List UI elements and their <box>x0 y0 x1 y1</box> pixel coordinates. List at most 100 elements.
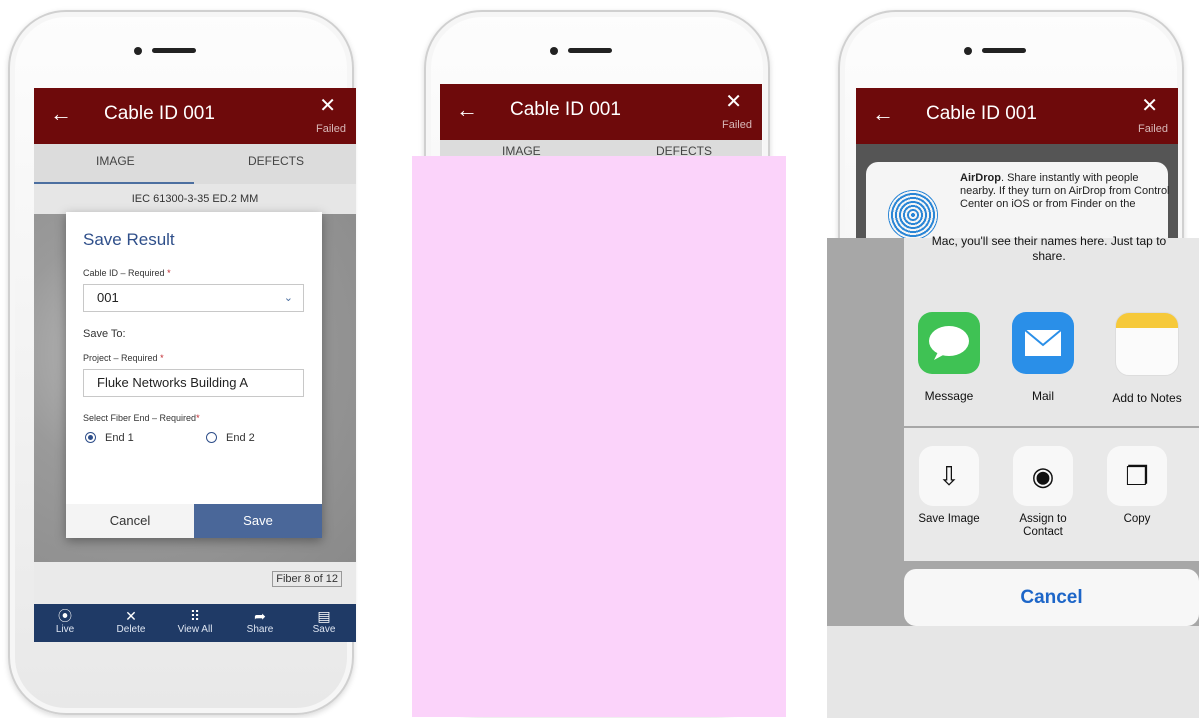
app-shelf: Mac, you'll see their names here. Just t… <box>904 234 1199 426</box>
page-title: Cable ID 001 <box>104 103 215 124</box>
required-mark: * <box>167 268 171 278</box>
cable-id-value: 001 <box>97 290 119 305</box>
airdrop-title: AirDrop <box>960 172 1001 184</box>
mail-label: Mail <box>1031 389 1054 403</box>
radio-end-1[interactable]: End 1 <box>85 432 134 444</box>
tab-defects[interactable]: DEFECTS <box>248 154 304 168</box>
fiber-count-badge: Fiber 8 of 12 <box>272 571 342 587</box>
app-bar: ← Cable ID 001 ✕ Failed <box>440 84 762 140</box>
chevron-down-icon: ⌄ <box>283 292 293 304</box>
radio-end-2[interactable]: End 2 <box>206 432 255 444</box>
end-2-label: End 2 <box>226 432 255 444</box>
action-copy[interactable]: ❐ Copy <box>1097 446 1177 526</box>
speaker-grille <box>568 48 612 53</box>
cable-id-label-text: Cable ID – Required <box>83 268 165 278</box>
project-label-text: Project – Required <box>83 353 158 363</box>
message-bubble-svg <box>929 326 969 360</box>
camera-dot <box>134 47 142 55</box>
action-shelf: ⇩ Save Image ◉ Assign to Contact ❐ Copy <box>904 428 1199 561</box>
nav-delete[interactable]: ✕ Delete <box>106 608 156 635</box>
share-app-mail[interactable]: Mail <box>1007 312 1079 403</box>
nav-save[interactable]: ▤ Save <box>299 608 349 635</box>
status-label: Failed <box>722 119 752 131</box>
camera-dot <box>550 47 558 55</box>
nav-live[interactable]: ⦿ Live <box>40 608 90 635</box>
required-mark: * <box>196 413 200 423</box>
share-sheet: Mac, you'll see their names here. Just t… <box>827 234 1199 718</box>
share-app-notes[interactable]: Add to Notes <box>1101 312 1193 405</box>
fiber-end-label: Select Fiber End – Required* <box>83 413 200 423</box>
save-image-label: Save Image <box>918 513 980 525</box>
phone-1: ← Cable ID 001 ✕ Failed IMAGE DEFECTS IE… <box>8 10 356 715</box>
close-icon[interactable]: ✕ <box>319 95 336 117</box>
cancel-button[interactable]: Cancel <box>66 504 194 538</box>
nav-live-label: Live <box>55 624 75 635</box>
back-arrow-icon[interactable]: ← <box>50 102 72 126</box>
play-circle-icon: ⦿ <box>58 608 72 624</box>
mail-envelope-svg <box>1024 329 1062 356</box>
phone-bezel <box>827 626 1199 718</box>
image-standard-label: IEC 61300-3-35 ED.2 MM <box>34 184 356 214</box>
share-app-message[interactable]: Message <box>913 312 985 403</box>
bottom-nav: ⦿ Live ✕ Delete ⠿ View All ➦ Share ▤ Sav… <box>34 604 356 642</box>
airdrop-icon[interactable] <box>888 190 938 240</box>
nav-view-all[interactable]: ⠿ View All <box>170 608 220 635</box>
close-icon[interactable]: ✕ <box>1141 95 1158 117</box>
status-label: Failed <box>1138 123 1168 135</box>
redaction-overlay <box>412 156 786 717</box>
action-assign-contact[interactable]: ◉ Assign to Contact <box>1003 446 1083 539</box>
mail-icon <box>1012 312 1074 374</box>
dialog-title: Save Result <box>83 230 175 249</box>
share-arrow-icon: ➦ <box>254 608 266 624</box>
back-arrow-icon[interactable]: ← <box>456 98 478 122</box>
assign-contact-icon: ◉ <box>1013 446 1073 506</box>
page-title: Cable ID 001 <box>510 99 621 120</box>
app-bar: ← Cable ID 001 ✕ Failed <box>34 88 356 144</box>
save-result-dialog: Save Result Cable ID – Required * 001 ⌄ … <box>66 212 322 538</box>
page-title: Cable ID 001 <box>926 103 1037 124</box>
fiber-end-label-text: Select Fiber End – Required <box>83 413 197 423</box>
close-icon[interactable]: ✕ <box>725 91 742 113</box>
close-icon: ✕ <box>125 608 137 624</box>
floppy-disk-icon: ▤ <box>317 608 331 624</box>
back-arrow-icon[interactable]: ← <box>872 102 894 126</box>
share-cancel-button[interactable]: Cancel <box>904 569 1199 626</box>
radio-unselected-icon <box>206 432 217 443</box>
status-label: Failed <box>316 123 346 135</box>
tab-bar: IMAGE DEFECTS <box>34 144 356 184</box>
phone-3-screen: ← Cable ID 001 ✕ Failed AirDrop. Share i… <box>856 88 1178 242</box>
cable-id-select[interactable]: 001 ⌄ <box>83 284 304 312</box>
phone-1-screen: ← Cable ID 001 ✕ Failed IMAGE DEFECTS IE… <box>34 88 356 642</box>
radio-selected-icon <box>85 432 96 443</box>
project-input[interactable]: Fluke Networks Building A <box>83 369 304 397</box>
copy-icon: ❐ <box>1107 446 1167 506</box>
notes-icon <box>1115 312 1179 376</box>
copy-label: Copy <box>1123 513 1151 525</box>
notes-label: Add to Notes <box>1112 391 1182 405</box>
message-label: Message <box>924 389 974 403</box>
nav-view-all-label: View All <box>177 624 213 635</box>
assign-contact-label: Assign to Contact <box>1019 513 1067 538</box>
project-label: Project – Required * <box>83 353 164 363</box>
nav-share-label: Share <box>246 624 274 635</box>
tab-image[interactable]: IMAGE <box>96 154 135 168</box>
end-1-label: End 1 <box>105 432 134 444</box>
nav-delete-label: Delete <box>116 624 146 635</box>
nav-save-label: Save <box>312 624 336 635</box>
save-image-icon: ⇩ <box>919 446 979 506</box>
action-save-image[interactable]: ⇩ Save Image <box>909 446 989 526</box>
airdrop-description: AirDrop. Share instantly with people nea… <box>960 172 1170 211</box>
speaker-grille <box>152 48 196 53</box>
airdrop-text-continued: Mac, you'll see their names here. Just t… <box>931 234 1167 263</box>
grid-icon: ⠿ <box>189 608 201 624</box>
camera-dot <box>964 47 972 55</box>
message-icon <box>918 312 980 374</box>
speaker-grille <box>982 48 1026 53</box>
save-button[interactable]: Save <box>194 504 322 538</box>
nav-share[interactable]: ➦ Share <box>235 608 285 635</box>
save-to-label: Save To: <box>83 328 126 340</box>
app-bar: ← Cable ID 001 ✕ Failed <box>856 88 1178 144</box>
required-mark: * <box>160 353 164 363</box>
airdrop-panel: AirDrop. Share instantly with people nea… <box>866 162 1170 242</box>
cable-id-label: Cable ID – Required * <box>83 268 171 278</box>
